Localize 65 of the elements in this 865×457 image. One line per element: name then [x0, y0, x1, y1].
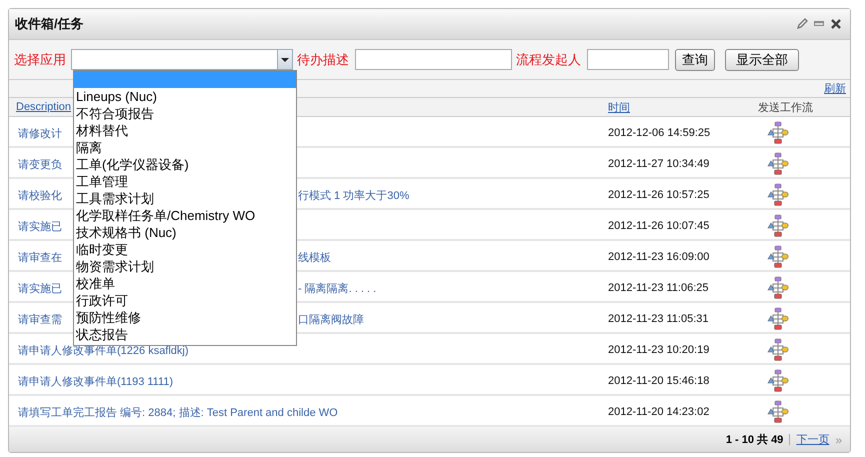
close-icon[interactable]: [830, 18, 842, 30]
show-all-button[interactable]: 显示全部: [725, 48, 799, 70]
table-cell-text: 2012-11-23 11:05:31: [608, 313, 710, 325]
workflow-icon[interactable]: [766, 245, 790, 269]
workflow-icon[interactable]: [766, 338, 790, 362]
dropdown-option[interactable]: 工具需求计划: [74, 190, 296, 207]
table-cell-text: 2012-11-23 11:06:25: [608, 282, 710, 294]
task-link[interactable]: 行模式 1 功率大于30%: [298, 188, 410, 202]
dropdown-option[interactable]: 技术规格书 (Nuc): [74, 224, 296, 241]
table-cell-text: 2012-11-26 10:07:45: [608, 220, 710, 232]
task-link[interactable]: 请填写工单完工报告 编号: 2884; 描述: Test Parent and childe WO: [18, 404, 338, 420]
workflow-icon[interactable]: [766, 276, 790, 300]
task-link[interactable]: 请修改计: [18, 126, 62, 140]
task-link[interactable]: 请审查需: [18, 312, 62, 326]
workflow-icon[interactable]: [766, 307, 790, 331]
initiator-field[interactable]: [587, 49, 669, 70]
task-link[interactable]: 线模板: [298, 250, 331, 264]
task-link[interactable]: - 隔离隔离. . . . .: [298, 280, 376, 296]
workflow-icon[interactable]: [766, 152, 790, 176]
column-header[interactable]: Description: [16, 101, 72, 113]
dropdown-option[interactable]: 行政许可: [74, 292, 296, 309]
page-range: 1 - 10 共 49: [726, 432, 784, 447]
dropdown-option[interactable]: 不符合项报告: [74, 105, 296, 122]
table-cell-text: 2012-12-06 14:59:25: [608, 127, 712, 139]
dropdown-option[interactable]: 工单(化学仪器设备): [74, 156, 296, 173]
filter-label: 流程发起人: [516, 50, 581, 68]
dropdown-option[interactable]: 化学取样任务单/Chemistry WO: [74, 207, 296, 224]
task-link[interactable]: 请申请人修改事件单(1193 1111): [18, 374, 174, 388]
column-header[interactable]: 时间: [608, 100, 758, 114]
dropdown-option[interactable]: 状态报告: [74, 326, 296, 343]
task-link[interactable]: 请审查在: [18, 250, 62, 264]
refresh-link[interactable]: 刷新: [824, 81, 846, 96]
dropdown-option[interactable]: 材料替代: [74, 122, 296, 139]
filter-label: 选择应用: [14, 50, 66, 68]
task-link[interactable]: 请申请人修改事件单(1226 ksafldkj): [18, 342, 189, 358]
dropdown-option[interactable]: 临时变更: [74, 241, 296, 258]
dropdown-option[interactable]: 校准单: [74, 275, 296, 292]
panel-title: 收件箱/任务: [15, 15, 84, 33]
dropdown-option[interactable]: 工单管理: [74, 173, 296, 190]
workflow-icon[interactable]: [766, 121, 790, 145]
table-cell-text: 2012-11-27 10:34:49: [608, 158, 710, 170]
table-cell-text: 2012-11-20 14:23:02: [608, 406, 710, 418]
workflow-icon[interactable]: [766, 214, 790, 238]
table-cell-text: 2012-11-23 16:09:00: [608, 251, 710, 263]
task-link[interactable]: 口隔离阀故障: [298, 312, 364, 326]
column-header: 发送工作流: [758, 100, 813, 114]
dropdown-option[interactable]: 物资需求计划: [74, 258, 296, 275]
table-cell-text: 2012-11-20 15:46:18: [608, 375, 710, 387]
search-button[interactable]: 查询: [675, 48, 715, 70]
workflow-icon[interactable]: [766, 400, 790, 424]
task-link[interactable]: 请实施已: [18, 280, 62, 296]
table-cell-text: 2012-11-26 10:57:25: [608, 189, 710, 201]
task-link[interactable]: 请变更负: [18, 156, 62, 172]
dropdown-option[interactable]: 预防性维修: [74, 309, 296, 326]
filter-label: 待办描述: [297, 50, 349, 68]
dropdown-option[interactable]: 隔离: [74, 139, 296, 156]
task-link[interactable]: 请实施已: [18, 218, 62, 234]
dropdown-option[interactable]: Lineups (Nuc): [74, 88, 296, 105]
table-cell-text: 2012-11-23 10:20:19: [608, 344, 710, 356]
next-page-link[interactable]: 下一页: [796, 432, 830, 447]
description-field[interactable]: [355, 49, 512, 70]
pencil-icon[interactable]: [796, 18, 808, 30]
task-link[interactable]: 请校验化: [18, 188, 62, 202]
workflow-icon[interactable]: [766, 369, 790, 393]
workflow-icon[interactable]: [766, 183, 790, 207]
